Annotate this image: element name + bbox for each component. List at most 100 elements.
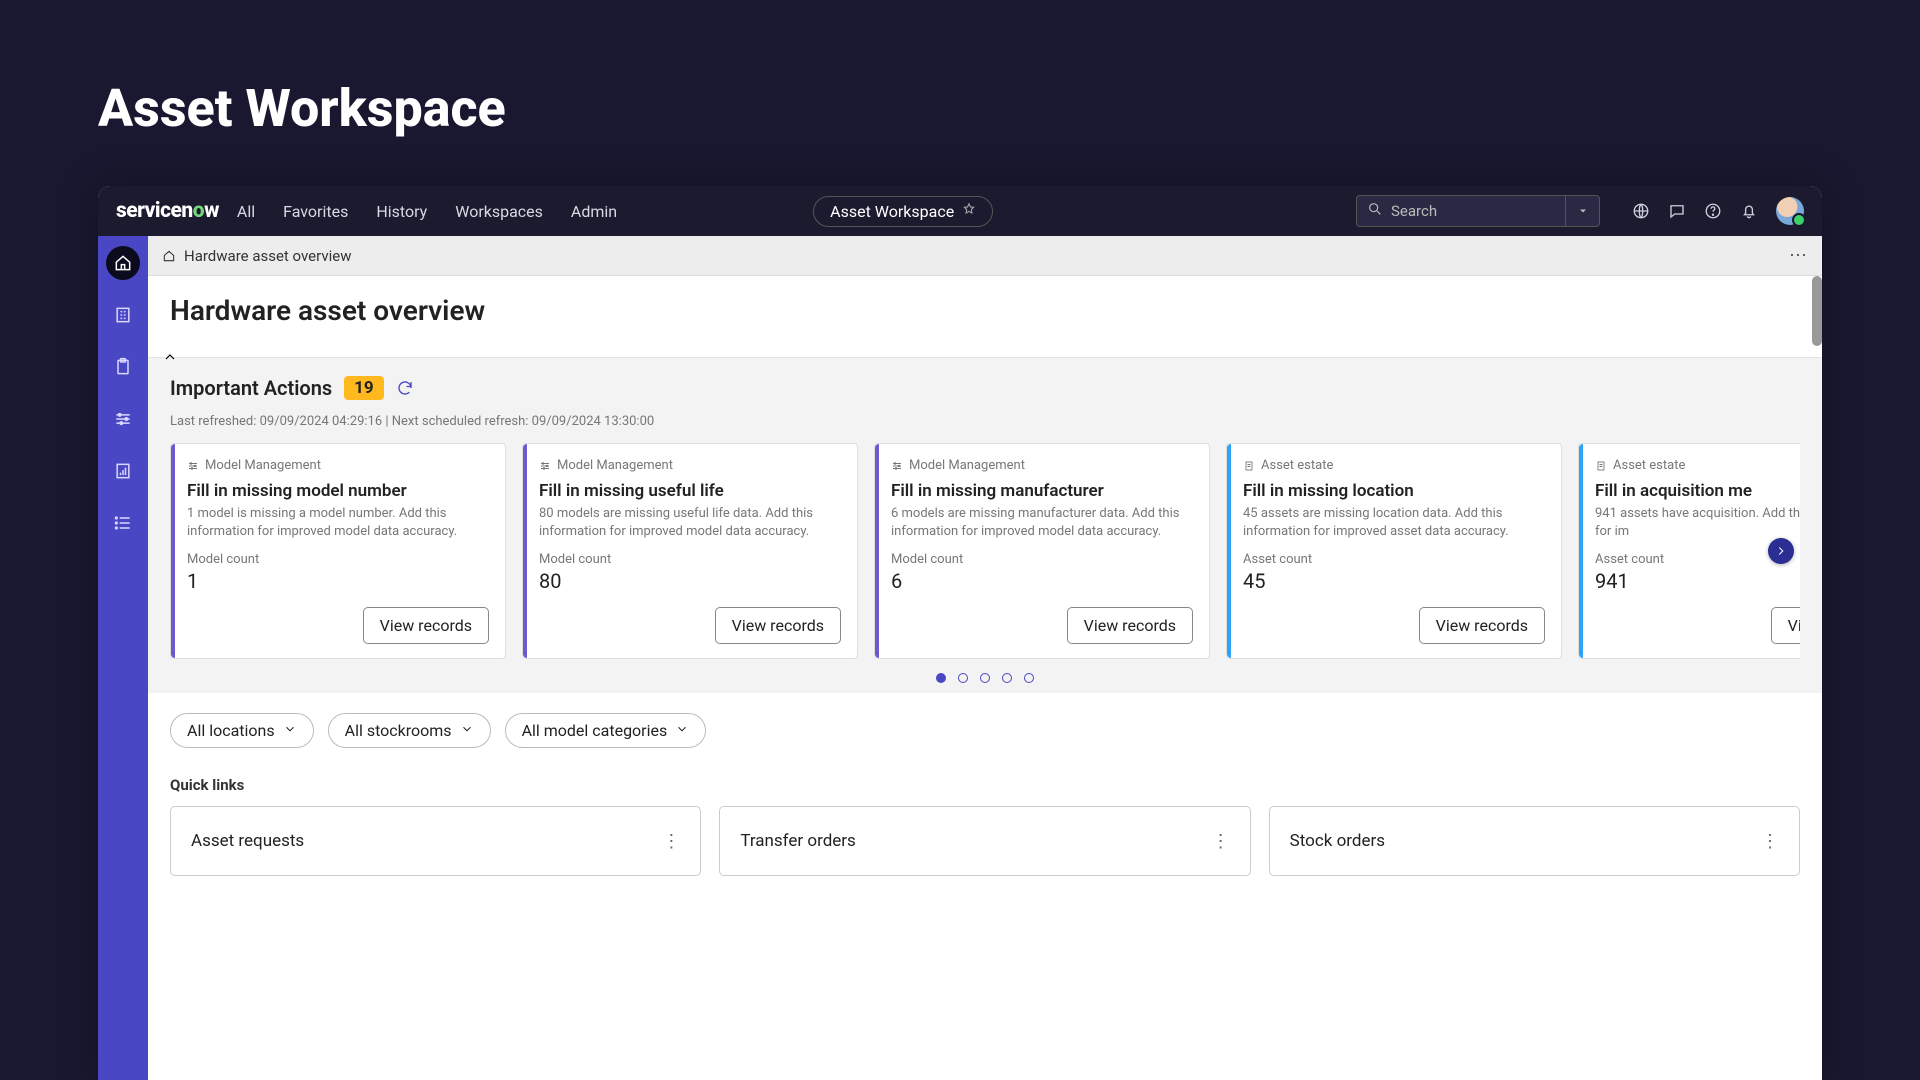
breadcrumb-more-icon[interactable]: ⋯: [1789, 245, 1808, 266]
carousel-pager: [170, 673, 1800, 683]
card-description: 1 model is missing a model number. Add t…: [187, 505, 489, 540]
rail-report[interactable]: [106, 454, 140, 488]
workspace-pill[interactable]: Asset Workspace: [813, 196, 993, 227]
card-description: 6 models are missing manufacturer data. …: [891, 505, 1193, 540]
action-cards-row: Model ManagementFill in missing model nu…: [170, 443, 1800, 659]
star-icon[interactable]: [962, 202, 976, 220]
nav-link-all[interactable]: All: [237, 202, 255, 221]
filter-pill[interactable]: All stockrooms: [328, 713, 491, 748]
globe-icon[interactable]: [1632, 202, 1650, 220]
search-dropdown[interactable]: [1566, 195, 1600, 227]
breadcrumb[interactable]: Hardware asset overview: [162, 247, 351, 265]
card-metric-label: Model count: [187, 552, 489, 567]
action-card: Model ManagementFill in missing model nu…: [170, 443, 506, 659]
card-title: Fill in missing manufacturer: [891, 481, 1193, 501]
kebab-menu-icon[interactable]: ⋮: [662, 831, 680, 852]
scroll-next-button[interactable]: [1768, 538, 1794, 564]
pager-dot[interactable]: [958, 673, 968, 683]
help-icon[interactable]: [1704, 202, 1722, 220]
filter-pill[interactable]: All locations: [170, 713, 314, 748]
rail-sliders[interactable]: [106, 402, 140, 436]
card-metric-value: 45: [1243, 569, 1545, 593]
brand-text-pre: servicen: [116, 199, 193, 223]
pager-dot[interactable]: [1002, 673, 1012, 683]
pager-dot[interactable]: [980, 673, 990, 683]
brand-logo[interactable]: servicenow: [116, 199, 219, 223]
quick-link-card[interactable]: Stock orders⋮: [1269, 806, 1800, 876]
filter-label: All stockrooms: [345, 721, 452, 740]
card-metric-label: Model count: [891, 552, 1193, 567]
scrollbar-thumb[interactable]: [1812, 276, 1822, 346]
action-card: Model Management Fill in missing manufact…: [874, 443, 1210, 659]
card-category: Model Management: [891, 458, 1193, 473]
rail-building[interactable]: [106, 298, 140, 332]
page-header: Hardware asset overview: [148, 276, 1822, 357]
rail-list[interactable]: [106, 506, 140, 540]
view-records-button[interactable]: View records: [715, 607, 841, 644]
card-description: 45 assets are missing location data. Add…: [1243, 505, 1545, 540]
action-card: Model Management Fill in missing useful l…: [522, 443, 858, 659]
search-input[interactable]: Search: [1356, 195, 1566, 227]
kebab-menu-icon[interactable]: ⋮: [1212, 831, 1230, 852]
card-title: Fill in missing useful life: [539, 481, 841, 501]
nav-link-favorites[interactable]: Favorites: [283, 202, 348, 221]
nav-link-workspaces[interactable]: Workspaces: [455, 202, 543, 221]
chevron-down-icon: [675, 721, 689, 740]
quick-link-card[interactable]: Asset requests ⋮: [170, 806, 701, 876]
action-card: Asset estate Fill in missing location 45 a…: [1226, 443, 1562, 659]
content-area: Hardware asset overview ⋯ Hardware asset…: [148, 236, 1822, 1080]
card-metric-value: 941: [1595, 569, 1800, 593]
filter-pill[interactable]: All model categories: [505, 713, 707, 748]
card-category: Model Management: [187, 458, 489, 473]
brand-text-post: w: [204, 199, 219, 223]
view-records-button[interactable]: View records: [1419, 607, 1545, 644]
card-metric-label: Asset count: [1243, 552, 1545, 567]
nav-link-admin[interactable]: Admin: [571, 202, 617, 221]
card-title: Fill in missing location: [1243, 481, 1545, 501]
app-window: servicenow All Favorites History Workspa…: [98, 186, 1822, 1080]
card-category: Asset estate: [1243, 458, 1545, 473]
side-rail: [98, 236, 148, 1080]
view-records-button[interactable]: View records: [1067, 607, 1193, 644]
kebab-menu-icon[interactable]: ⋮: [1761, 831, 1779, 852]
page-title: Hardware asset overview: [170, 294, 1800, 327]
rail-home[interactable]: [106, 246, 140, 280]
view-records-button[interactable]: View records: [1771, 607, 1800, 644]
card-category: Asset estate: [1595, 458, 1800, 473]
filter-row: All locations All stockrooms All model cat…: [170, 713, 1800, 748]
breadcrumb-bar: Hardware asset overview ⋯: [148, 236, 1822, 276]
breadcrumb-text: Hardware asset overview: [184, 247, 351, 265]
collapse-chevron-icon[interactable]: [162, 349, 178, 369]
workspace-pill-label: Asset Workspace: [830, 202, 954, 221]
card-metric-label: Model count: [539, 552, 841, 567]
quick-link-label: Asset requests: [191, 831, 304, 851]
filter-label: All locations: [187, 721, 275, 740]
card-title: Fill in acquisition me: [1595, 481, 1800, 501]
search-icon: [1367, 201, 1383, 221]
card-metric-value: 1: [187, 569, 489, 593]
important-actions-count-badge: 19: [344, 376, 384, 400]
card-description: 941 assets have acquisition. Add this in…: [1595, 505, 1800, 540]
quick-link-card[interactable]: Transfer orders⋮: [719, 806, 1250, 876]
important-actions-title: Important Actions: [170, 376, 332, 400]
card-description: 80 models are missing useful life data. …: [539, 505, 841, 540]
lower-section: All locations All stockrooms All model cat…: [148, 693, 1822, 876]
top-nav: servicenow All Favorites History Workspa…: [98, 186, 1822, 236]
pager-dot[interactable]: [1024, 673, 1034, 683]
refresh-timestamp: Last refreshed: 09/09/2024 04:29:16 | Ne…: [170, 414, 1800, 429]
refresh-icon[interactable]: [396, 379, 414, 397]
view-records-button[interactable]: View records: [363, 607, 489, 644]
avatar[interactable]: [1776, 197, 1804, 225]
bell-icon[interactable]: [1740, 202, 1758, 220]
pager-dot[interactable]: [936, 673, 946, 683]
chat-icon[interactable]: [1668, 202, 1686, 220]
card-category: Model Management: [539, 458, 841, 473]
card-metric-value: 80: [539, 569, 841, 593]
quick-links-title: Quick links: [170, 776, 1800, 794]
important-actions-section: Important Actions 19 Last refreshed: 09/…: [148, 357, 1822, 693]
filter-label: All model categories: [522, 721, 668, 740]
rail-clipboard[interactable]: [106, 350, 140, 384]
nav-links: All Favorites History Workspaces Admin: [237, 202, 617, 221]
nav-link-history[interactable]: History: [376, 202, 427, 221]
outer-page-title: Asset Workspace: [0, 0, 1920, 139]
